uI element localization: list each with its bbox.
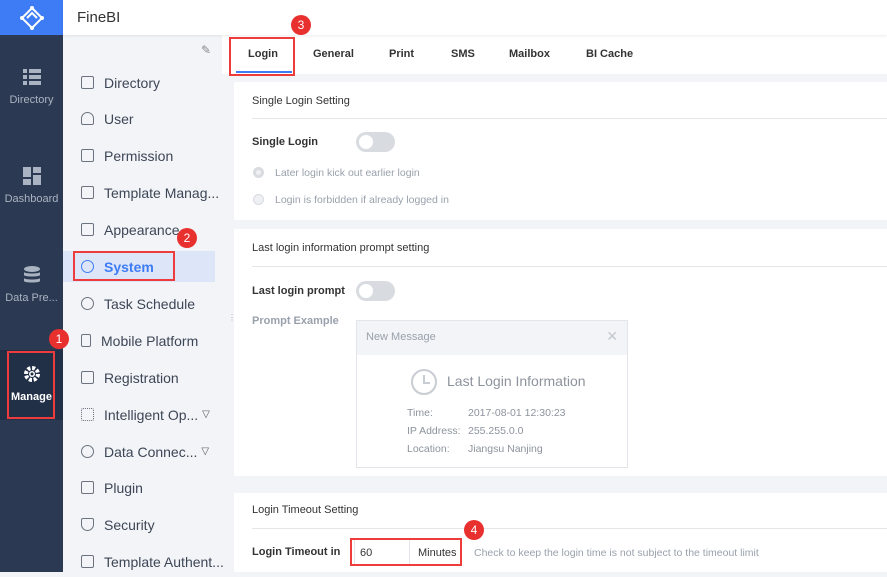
list-icon	[22, 69, 41, 85]
link-icon	[81, 445, 94, 458]
time-key: Time:	[407, 407, 433, 419]
sidebar-item-intelligent-ops[interactable]: Intelligent Op... ▽	[63, 399, 215, 430]
divider	[252, 118, 887, 119]
registration-icon	[81, 371, 94, 384]
sidebar-item-security[interactable]: Security	[63, 509, 215, 540]
sidebar-item-registration[interactable]: Registration	[63, 362, 215, 393]
chevron-down-icon: ▽	[201, 446, 210, 457]
location-value: Jiangsu Nanjing	[468, 443, 543, 455]
annotation-badge: 2	[177, 228, 197, 248]
message-title: New Message	[366, 331, 436, 343]
message-preview: New Message ✕ Last Login Information Time…	[356, 320, 628, 468]
radio-kick-out[interactable]	[253, 167, 264, 178]
annotation-box-system	[73, 251, 175, 281]
user-icon	[81, 112, 94, 125]
last-login-card: Last login information prompt setting La…	[234, 229, 887, 476]
ip-value: 255.255.0.0	[468, 425, 524, 437]
clock-icon	[411, 369, 437, 395]
tab-print[interactable]: Print	[389, 48, 414, 60]
sidebar-item-template-authentication[interactable]: Template Authent...	[63, 546, 224, 577]
manage-sidebar: ✎ Directory User Permission Template Man…	[63, 35, 224, 572]
rail-label: Directory	[9, 94, 54, 106]
app-header: FineBI	[63, 0, 887, 35]
section-title: Last login information prompt setting	[252, 242, 430, 254]
time-value: 2017-08-01 12:30:23	[468, 407, 566, 419]
last-login-toggle[interactable]	[356, 281, 395, 301]
sidebar-item-plugin[interactable]: Plugin	[63, 472, 215, 503]
info-title: Last Login Information	[447, 373, 586, 389]
settings-tabs: Login General Print SMS Mailbox BI Cache	[222, 35, 887, 74]
tab-general[interactable]: General	[313, 48, 354, 60]
timeout-label: Login Timeout in	[252, 546, 341, 558]
tab-mailbox[interactable]: Mailbox	[509, 48, 550, 60]
tab-bi-cache[interactable]: BI Cache	[586, 48, 633, 60]
annotation-box-timeout	[350, 538, 462, 566]
pin-icon[interactable]: ✎	[201, 43, 211, 57]
sidebar-item-permission[interactable]: Permission	[63, 140, 215, 171]
radio-label: Later login kick out earlier login	[275, 167, 420, 179]
sidebar-item-user[interactable]: User	[63, 103, 215, 134]
annotation-badge: 4	[464, 520, 484, 540]
location-key: Location:	[407, 443, 450, 455]
annotation-badge: 3	[291, 15, 311, 35]
mobile-icon	[81, 334, 91, 347]
database-icon	[23, 266, 40, 283]
rail-label: Dashboard	[4, 193, 59, 205]
last-login-prompt-label: Last login prompt	[252, 285, 345, 297]
single-login-toggle[interactable]	[356, 132, 395, 152]
timeout-hint: Check to keep the login time is not subj…	[474, 547, 759, 559]
ip-key: IP Address:	[407, 425, 461, 437]
directory-icon	[81, 76, 94, 89]
plugin-icon	[81, 481, 94, 494]
lock-icon	[81, 149, 94, 162]
logo[interactable]	[0, 0, 63, 35]
template-icon	[81, 186, 94, 199]
login-timeout-card: Login Timeout Setting Login Timeout in 6…	[234, 493, 887, 572]
divider	[252, 528, 887, 529]
single-login-card: Single Login Setting Single Login Later …	[234, 82, 887, 220]
tab-sms[interactable]: SMS	[451, 48, 475, 60]
sidebar-item-mobile-platform[interactable]: Mobile Platform	[63, 325, 215, 356]
sidebar-item-template-management[interactable]: Template Manag...	[63, 177, 219, 208]
sidebar-item-directory[interactable]: Directory	[63, 67, 215, 98]
main-nav-rail: Directory Dashboard Data Pre... Manage	[0, 0, 63, 572]
logo-icon	[19, 5, 44, 30]
sidebar-item-data-connection[interactable]: Data Connec... ▽	[63, 436, 215, 467]
close-icon: ✕	[606, 328, 618, 344]
rail-directory[interactable]: Directory	[0, 68, 63, 106]
network-icon	[81, 408, 94, 421]
paint-roller-icon	[81, 223, 94, 236]
divider	[252, 266, 887, 267]
radio-forbid[interactable]	[253, 194, 264, 205]
radio-label: Login is forbidden if already logged in	[275, 194, 449, 206]
annotation-box-manage	[7, 351, 55, 419]
rail-data-prep[interactable]: Data Pre...	[0, 266, 63, 304]
sidebar-item-task-schedule[interactable]: Task Schedule	[63, 288, 215, 319]
annotation-box-login-tab	[229, 37, 295, 76]
document-icon	[81, 555, 94, 568]
shield-icon	[81, 518, 94, 531]
rail-dashboard[interactable]: Dashboard	[0, 167, 63, 205]
prompt-example-label: Prompt Example	[252, 315, 339, 327]
dashboard-icon	[22, 167, 41, 185]
annotation-badge: 1	[49, 329, 69, 349]
section-title: Single Login Setting	[252, 95, 350, 107]
rail-label: Data Pre...	[5, 292, 58, 304]
timer-icon	[81, 297, 94, 310]
app-title: FineBI	[77, 9, 121, 26]
chevron-down-icon: ▽	[202, 409, 210, 420]
section-title: Login Timeout Setting	[252, 504, 359, 516]
single-login-label: Single Login	[252, 136, 318, 148]
